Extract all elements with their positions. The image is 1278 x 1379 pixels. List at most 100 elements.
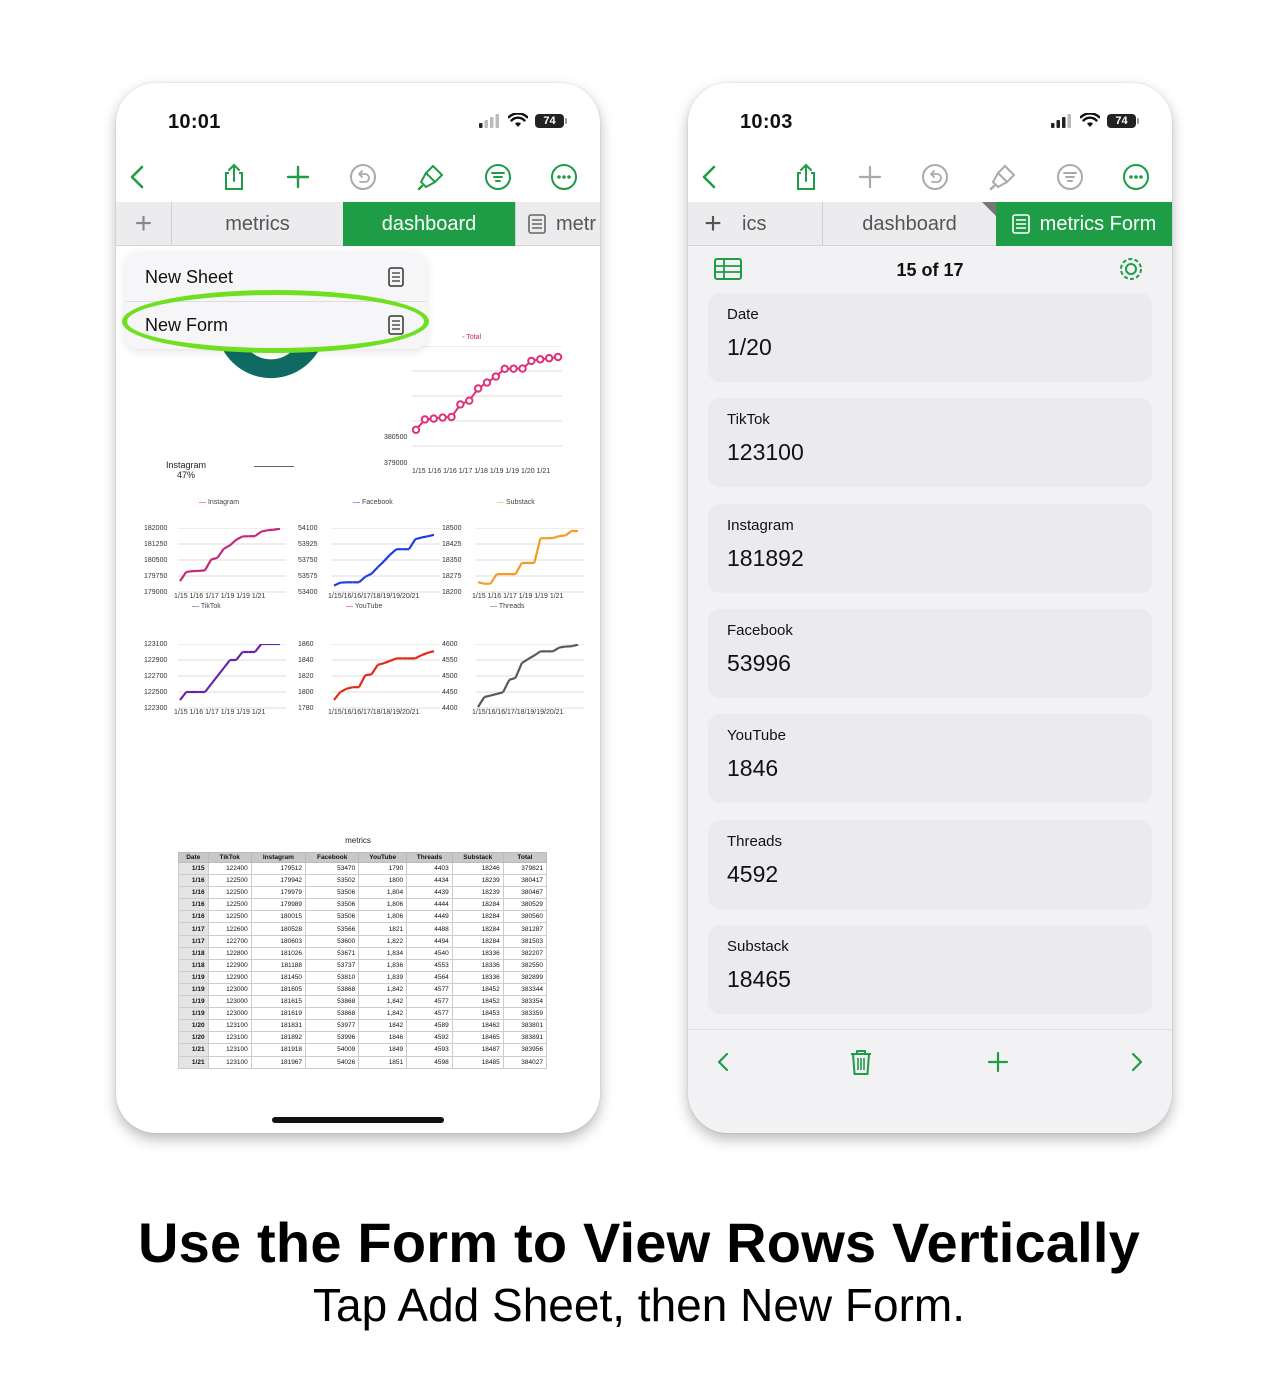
field-value[interactable]: 123100 xyxy=(727,439,804,466)
y-tick-label: 4400 xyxy=(442,705,458,712)
table-row: 1/17 122600 180528 53566 1821 4488 18284 381287 xyxy=(178,922,548,936)
table-cell: 53868 xyxy=(305,995,360,1009)
table-cell: 4598 xyxy=(406,1055,453,1069)
table-row: 1/20 123100 181831 53977 1842 4589 18462 383801 xyxy=(178,1019,548,1033)
settings-icon[interactable] xyxy=(1118,256,1144,282)
format-brush-icon[interactable] xyxy=(415,161,447,193)
table-cell: 381287 xyxy=(502,922,548,936)
phone-right: 10:03 74 + ics dashboard metrics Form 15… xyxy=(688,83,1172,1133)
table-cell: 18336 xyxy=(451,946,504,960)
form-field-tiktok[interactable]: TikTok 123100 xyxy=(708,398,1152,488)
table-cell: 181615 xyxy=(250,995,307,1009)
y-tick-label: 4450 xyxy=(442,689,458,696)
add-icon[interactable] xyxy=(282,161,314,193)
back-icon[interactable] xyxy=(694,161,726,193)
tab-dashboard[interactable]: dashboard xyxy=(343,202,515,246)
tab-metrics-form[interactable]: metr xyxy=(515,202,600,246)
field-value[interactable]: 1846 xyxy=(727,755,778,782)
form-field-instagram[interactable]: Instagram 181892 xyxy=(708,503,1152,593)
table-cell: 53506 xyxy=(305,886,360,900)
table-row: 1/17 122700 180603 53600 1,822 4494 18284 38150… xyxy=(178,934,548,948)
table-cell: 18465 xyxy=(451,1031,504,1045)
legend-swatch: — xyxy=(346,603,355,610)
table-cell: 181918 xyxy=(250,1043,307,1057)
table-cell: 1/19 xyxy=(178,970,209,984)
organize-icon[interactable] xyxy=(1054,161,1086,193)
table-cell: 18487 xyxy=(451,1043,504,1057)
y-tick-label: 53925 xyxy=(298,541,318,548)
trash-icon[interactable] xyxy=(843,1044,879,1080)
table-cell: 4488 xyxy=(406,922,453,936)
table-header-cell: Facebook xyxy=(305,852,360,863)
y-tick-label: 1820 xyxy=(298,673,314,680)
y-tick-label: 179000 xyxy=(144,589,168,596)
more-icon[interactable] xyxy=(1120,161,1152,193)
undo-icon[interactable] xyxy=(919,161,951,193)
mini-line-chart: — Substack 18500 18425 18350 18275 18200 1/15 … xyxy=(442,499,592,614)
add-sheet-button[interactable]: + xyxy=(688,202,738,246)
table-cell: 1846 xyxy=(358,1031,408,1045)
total-ytick: 380500 xyxy=(384,434,408,441)
series-segment xyxy=(216,548,225,559)
share-icon[interactable] xyxy=(218,161,250,193)
organize-icon[interactable] xyxy=(482,161,514,193)
table-cell: 381503 xyxy=(502,934,548,948)
table-cell: 53810 xyxy=(305,970,360,984)
form-field-date[interactable]: Date 1/20 xyxy=(708,293,1152,382)
y-tick-label: 122700 xyxy=(144,673,168,680)
tab-metrics[interactable]: ics xyxy=(738,202,822,246)
table-cell: 53600 xyxy=(305,934,360,948)
data-point xyxy=(465,396,474,405)
y-tick-label: 122300 xyxy=(144,705,168,712)
table-cell: 383344 xyxy=(502,982,548,997)
tab-label: metr xyxy=(556,212,596,235)
table-cell: 380529 xyxy=(502,898,548,912)
series-segment xyxy=(533,537,542,564)
form-field-youtube[interactable]: YouTube 1846 xyxy=(708,714,1152,804)
previous-icon[interactable] xyxy=(706,1044,742,1080)
field-value[interactable]: 53996 xyxy=(727,650,791,677)
tab-label: metrics Form xyxy=(1039,212,1157,235)
add-icon[interactable] xyxy=(980,1044,1016,1080)
add-sheet-button[interactable]: + xyxy=(116,202,171,246)
form-field-substack[interactable]: Substack 18465 xyxy=(708,924,1152,1014)
table-cell: 1,839 xyxy=(358,970,408,984)
share-icon[interactable] xyxy=(790,161,822,193)
series-segment xyxy=(370,664,379,676)
legend-swatch: — xyxy=(353,499,362,506)
tab-metrics-form[interactable]: metrics Form xyxy=(996,202,1172,246)
table-cell: 383354 xyxy=(502,995,548,1009)
table-cell: 1800 xyxy=(358,874,408,888)
table-cell: 1/17 xyxy=(178,934,209,948)
table-cell: 383359 xyxy=(502,1007,548,1021)
next-icon[interactable] xyxy=(1118,1044,1154,1080)
chart-legend: — Substack xyxy=(497,499,535,506)
field-value[interactable]: 1/20 xyxy=(727,334,772,361)
undo-icon[interactable] xyxy=(347,161,379,193)
format-brush-icon[interactable] xyxy=(987,161,1019,193)
series-segment xyxy=(261,529,268,533)
series-segment xyxy=(370,566,379,575)
form-field-facebook[interactable]: Facebook 53996 xyxy=(708,608,1152,698)
form-field-threads[interactable]: Threads 4592 xyxy=(708,819,1152,909)
table-cell: 1,822 xyxy=(358,934,408,948)
field-value[interactable]: 18465 xyxy=(727,966,791,993)
table-row: 1/19 123000 181619 53868 1,842 4577 18453 38335… xyxy=(178,1007,548,1021)
tab-metrics[interactable]: metrics xyxy=(171,202,343,246)
series-segment xyxy=(414,536,422,541)
table-cell: 1,842 xyxy=(358,982,408,997)
table-cell: 383956 xyxy=(502,1043,548,1057)
series-segment xyxy=(383,659,391,665)
total-ytick: 379000 xyxy=(384,460,408,467)
field-label: Substack xyxy=(727,937,789,955)
field-value[interactable]: 181892 xyxy=(727,545,804,572)
tab-dashboard[interactable]: dashboard xyxy=(822,202,996,246)
series-segment xyxy=(571,644,579,648)
field-value[interactable]: 4592 xyxy=(727,861,778,888)
more-icon[interactable] xyxy=(548,161,580,193)
table-row: 1/18 122800 181026 53671 1,834 4540 18336 38220… xyxy=(178,946,548,960)
series-segment xyxy=(496,691,504,695)
table-cell: 53737 xyxy=(305,958,360,972)
back-icon[interactable] xyxy=(122,161,154,193)
add-icon[interactable] xyxy=(854,161,886,193)
